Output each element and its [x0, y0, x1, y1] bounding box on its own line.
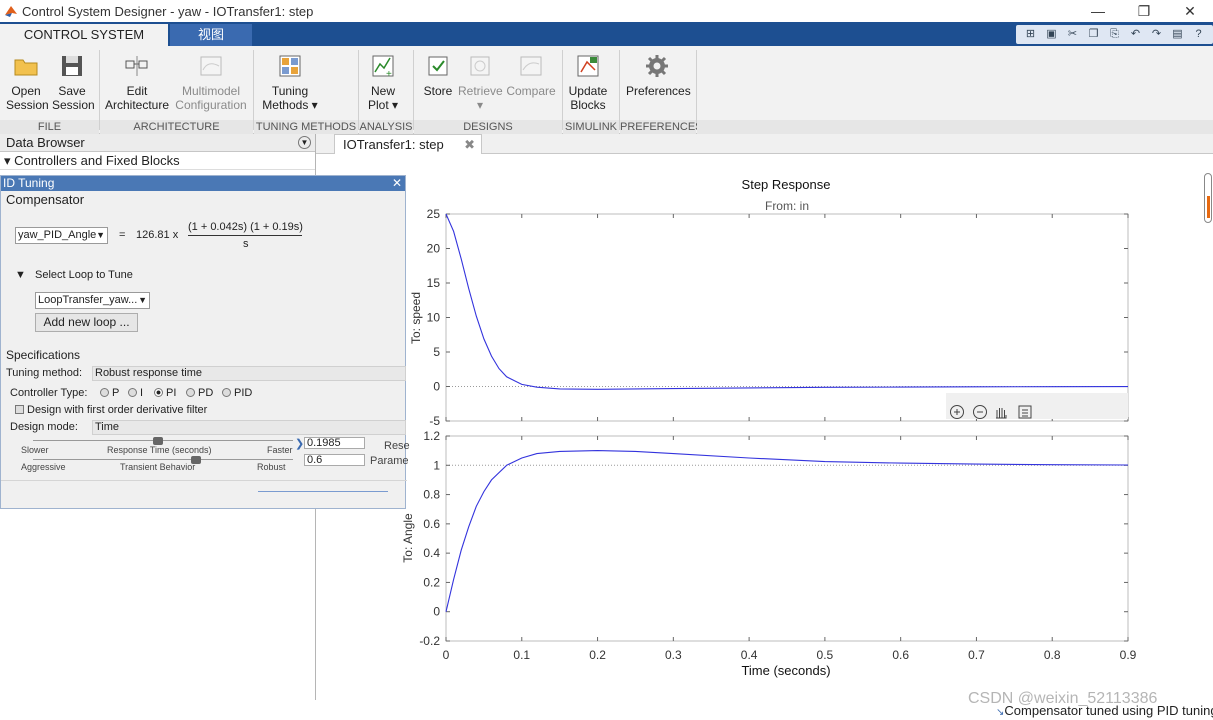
compensator-denominator: s — [243, 238, 249, 250]
response-time-slider-thumb[interactable] — [153, 437, 163, 445]
radio-i[interactable] — [128, 388, 137, 397]
loop-select[interactable]: LoopTransfer_yaw... ▼ — [35, 292, 150, 309]
bottom-axes: -0.200.20.40.60.811.20 0.1 0.2 0.3 0.4 0.5 0.6… — [419, 429, 1136, 662]
compensator-numerator: (1 + 0.042s) (1 + 0.19s) — [188, 221, 303, 233]
x-tick-label: 0.3 — [665, 648, 682, 662]
close-dialog-icon[interactable]: ✕ — [392, 176, 402, 191]
slider-response-time-label: Response Time (seconds) — [107, 445, 212, 455]
y-tick-label: 0.2 — [423, 575, 440, 589]
y-tick-label: 0 — [433, 605, 440, 619]
expand-triangle-icon[interactable]: ▼ — [15, 269, 26, 281]
controller-type-pi[interactable]: PI — [154, 387, 176, 399]
derivative-filter-checkbox[interactable]: Design with first order derivative filte… — [15, 404, 207, 416]
parameter-label[interactable]: Parame — [370, 455, 409, 467]
pid-tuning-title-bar[interactable]: ID Tuning ✕ — [1, 176, 405, 191]
x-tick-label: 0.1 — [513, 648, 530, 662]
chevron-right-icon[interactable]: ❯ — [295, 437, 304, 450]
y-tick-label: 10 — [427, 311, 441, 325]
chevron-down-icon: ▼ — [96, 230, 105, 240]
status-message: ↘Compensator tuned using PID tuning. — [996, 703, 1213, 718]
y-tick-label: 5 — [433, 345, 440, 359]
y-tick-label: -0.2 — [419, 634, 440, 648]
specifications-label: Specifications — [6, 348, 81, 362]
radio-pi[interactable] — [154, 388, 163, 397]
tuning-method-label: Tuning method: — [6, 367, 83, 379]
progress-line — [258, 491, 388, 492]
y-tick-label: -5 — [429, 414, 440, 428]
controller-type-label: Controller Type: — [10, 387, 88, 399]
plot-title: Step Response — [742, 177, 831, 192]
x-tick-label: 0.5 — [817, 648, 834, 662]
compensator-gain: 126.81 x — [136, 229, 179, 241]
x-tick-label: 0 — [443, 648, 450, 662]
controller-type-p[interactable]: P — [100, 387, 119, 399]
slider-aggressive-label: Aggressive — [21, 462, 66, 472]
controller-type-i[interactable]: I — [128, 387, 143, 399]
slider-slower-label: Slower — [21, 445, 49, 455]
x-axis-label: Time (seconds) — [741, 663, 830, 678]
controller-type-pd[interactable]: PD — [186, 387, 213, 399]
response-time-value[interactable]: 0.1985 — [304, 437, 365, 449]
transient-behavior-slider[interactable] — [33, 459, 293, 460]
y-tick-label: 25 — [427, 207, 441, 221]
y-tick-label: 1.2 — [423, 429, 440, 443]
compensator-label: Compensator — [6, 192, 85, 207]
radio-pd[interactable] — [186, 388, 195, 397]
add-new-loop-button[interactable]: Add new loop ... — [35, 313, 138, 332]
y-tick-label: 0.6 — [423, 517, 440, 531]
select-loop-label: Select Loop to Tune — [35, 269, 133, 281]
tuning-method-field[interactable]: Robust response time — [92, 366, 406, 381]
compensator-select[interactable]: yaw_PID_Angle ▼ — [15, 227, 108, 244]
x-tick-label: 0.9 — [1120, 648, 1137, 662]
checkbox[interactable] — [15, 405, 24, 414]
x-tick-label: 0.7 — [968, 648, 985, 662]
radio-pid[interactable] — [222, 388, 231, 397]
slider-faster-label: Faster — [267, 445, 293, 455]
top-y-axis-label: To: speed — [409, 292, 423, 344]
axes-frame — [445, 435, 1129, 642]
x-tick-label: 0.6 — [892, 648, 909, 662]
axes-frame — [445, 213, 1129, 422]
controller-type-pid[interactable]: PID — [222, 387, 252, 399]
y-tick-label: 20 — [427, 242, 441, 256]
reset-label[interactable]: Rese — [384, 440, 410, 452]
x-tick-label: 0.4 — [741, 648, 758, 662]
bottom-y-axis-label: To: Angle — [401, 513, 415, 563]
x-tick-label: 0.2 — [589, 648, 606, 662]
y-tick-label: 0.8 — [423, 488, 440, 502]
plot-subtitle: From: in — [765, 199, 809, 213]
chevron-down-icon: ▼ — [138, 295, 147, 305]
response-time-slider[interactable] — [33, 440, 293, 441]
vertical-scrollbar[interactable] — [1204, 173, 1212, 223]
slider-robust-label: Robust — [257, 462, 286, 472]
design-mode-label: Design mode: — [10, 421, 78, 433]
slider-transient-behavior-label: Transient Behavior — [120, 462, 196, 472]
plot-toolbar — [946, 393, 1128, 419]
design-mode-field[interactable]: Time — [92, 420, 406, 435]
x-tick-label: 0.8 — [1044, 648, 1061, 662]
pid-tuning-dialog: ID Tuning ✕ Compensator yaw_PID_Angle ▼ =… — [0, 175, 410, 509]
transient-behavior-value[interactable]: 0.6 — [304, 454, 365, 466]
y-tick-label: 0.4 — [423, 546, 440, 560]
y-tick-label: 1 — [433, 458, 440, 472]
y-tick-label: 15 — [427, 276, 441, 290]
y-tick-label: 0 — [433, 380, 440, 394]
radio-p[interactable] — [100, 388, 109, 397]
